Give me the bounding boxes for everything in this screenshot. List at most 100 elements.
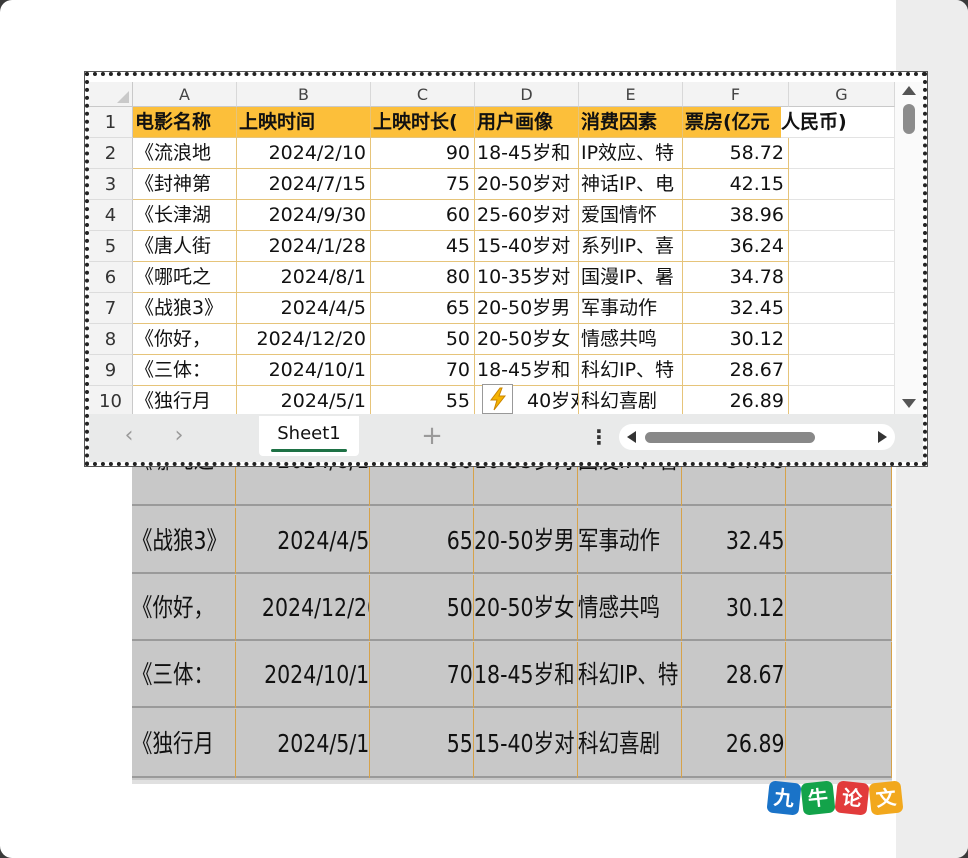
- row-header-1[interactable]: 1: [89, 107, 133, 138]
- cell-f7[interactable]: 32.45: [683, 293, 789, 324]
- add-sheet-icon[interactable]: +: [419, 423, 445, 450]
- cell-e6[interactable]: 国漫IP、暑: [579, 262, 683, 293]
- cell-a2[interactable]: 《流浪地: [133, 138, 237, 169]
- cell-b6[interactable]: 2024/8/1: [237, 262, 371, 293]
- cell-f4[interactable]: 38.96: [683, 200, 789, 231]
- cell-f8[interactable]: 30.12: [683, 324, 789, 355]
- header-cell-a[interactable]: 电影名称: [133, 107, 237, 138]
- scroll-left-icon[interactable]: [627, 431, 636, 443]
- cell-a10[interactable]: 《独行月: [133, 386, 237, 414]
- cell-g3[interactable]: [789, 169, 895, 200]
- cell-d6[interactable]: 10-35岁对: [475, 262, 579, 293]
- column-header-d[interactable]: D: [475, 82, 579, 107]
- header-cell-g[interactable]: 人民币): [781, 107, 895, 138]
- tab-sheet1[interactable]: Sheet1: [259, 416, 359, 456]
- horizontal-scrollbar[interactable]: [619, 424, 895, 450]
- cell-b3[interactable]: 2024/7/15: [237, 169, 371, 200]
- cell-g7[interactable]: [789, 293, 895, 324]
- row-header-3[interactable]: 3: [89, 169, 133, 200]
- cell-g5[interactable]: [789, 231, 895, 262]
- cell-c2[interactable]: 90: [371, 138, 475, 169]
- row-header-7[interactable]: 7: [89, 293, 133, 324]
- cell-a5[interactable]: 《唐人街: [133, 231, 237, 262]
- cell-c5[interactable]: 45: [371, 231, 475, 262]
- header-cell-e[interactable]: 消费因素: [579, 107, 683, 138]
- cell-b9[interactable]: 2024/10/1: [237, 355, 371, 386]
- row-header-5[interactable]: 5: [89, 231, 133, 262]
- cell-c10[interactable]: 55: [371, 386, 475, 414]
- cell-b4[interactable]: 2024/9/30: [237, 200, 371, 231]
- cell-f2[interactable]: 58.72: [683, 138, 789, 169]
- cell-e3[interactable]: 神话IP、电: [579, 169, 683, 200]
- cell-d4[interactable]: 25-60岁对: [475, 200, 579, 231]
- cell-e9[interactable]: 科幻IP、特: [579, 355, 683, 386]
- more-options-icon[interactable]: ⋮: [589, 426, 609, 448]
- cell-d8[interactable]: 20-50岁女: [475, 324, 579, 355]
- cell-b2[interactable]: 2024/2/10: [237, 138, 371, 169]
- row-header-4[interactable]: 4: [89, 200, 133, 231]
- scroll-right-icon[interactable]: [878, 431, 887, 443]
- cell-g9[interactable]: [789, 355, 895, 386]
- row-header-10[interactable]: 10: [89, 386, 133, 414]
- cell-e4[interactable]: 爱国情怀: [579, 200, 683, 231]
- cell-b5[interactable]: 2024/1/28: [237, 231, 371, 262]
- cell-f9[interactable]: 28.67: [683, 355, 789, 386]
- cell-b8[interactable]: 2024/12/20: [237, 324, 371, 355]
- header-cell-f[interactable]: 票房(亿元: [683, 107, 789, 138]
- cell-a4[interactable]: 《长津湖: [133, 200, 237, 231]
- cell-a8[interactable]: 《你好，: [133, 324, 237, 355]
- column-header-f[interactable]: F: [683, 82, 789, 107]
- cell-f10[interactable]: 26.89: [683, 386, 789, 414]
- row-header-2[interactable]: 2: [89, 138, 133, 169]
- header-cell-b[interactable]: 上映时间: [237, 107, 371, 138]
- cell-g2[interactable]: [789, 138, 895, 169]
- cell-c4[interactable]: 60: [371, 200, 475, 231]
- column-header-g[interactable]: G: [789, 82, 895, 107]
- row-header-8[interactable]: 8: [89, 324, 133, 355]
- cell-a9[interactable]: 《三体：: [133, 355, 237, 386]
- cell-c3[interactable]: 75: [371, 169, 475, 200]
- cell-a3[interactable]: 《封神第: [133, 169, 237, 200]
- cell-b10[interactable]: 2024/5/1: [237, 386, 371, 414]
- cell-e10[interactable]: 科幻喜剧: [579, 386, 683, 414]
- column-header-c[interactable]: C: [371, 82, 475, 107]
- prev-sheet-icon[interactable]: ‹: [117, 424, 141, 448]
- cell-d2[interactable]: 18-45岁和: [475, 138, 579, 169]
- select-all-corner[interactable]: [89, 82, 133, 107]
- cell-d9[interactable]: 18-45岁和: [475, 355, 579, 386]
- vertical-scroll-thumb[interactable]: [903, 104, 915, 134]
- cell-f3[interactable]: 42.15: [683, 169, 789, 200]
- cell-g6[interactable]: [789, 262, 895, 293]
- scroll-up-icon[interactable]: [902, 86, 916, 95]
- quick-analysis-icon[interactable]: [482, 384, 513, 414]
- cell-c9[interactable]: 70: [371, 355, 475, 386]
- column-header-b[interactable]: B: [237, 82, 371, 107]
- cell-a7[interactable]: 《战狼3》: [133, 293, 237, 324]
- cell-d3[interactable]: 20-50岁对: [475, 169, 579, 200]
- scroll-down-icon[interactable]: [902, 399, 916, 408]
- row-header-9[interactable]: 9: [89, 355, 133, 386]
- column-header-e[interactable]: E: [579, 82, 683, 107]
- cell-c8[interactable]: 50: [371, 324, 475, 355]
- column-header-a[interactable]: A: [133, 82, 237, 107]
- cell-e8[interactable]: 情感共鸣: [579, 324, 683, 355]
- cell-e5[interactable]: 系列IP、喜: [579, 231, 683, 262]
- row-header-6[interactable]: 6: [89, 262, 133, 293]
- horizontal-scroll-thumb[interactable]: [645, 432, 815, 443]
- cell-d5[interactable]: 15-40岁对: [475, 231, 579, 262]
- cell-g8[interactable]: [789, 324, 895, 355]
- cell-g10[interactable]: [789, 386, 895, 414]
- cell-f6[interactable]: 34.78: [683, 262, 789, 293]
- cell-f5[interactable]: 36.24: [683, 231, 789, 262]
- header-cell-c[interactable]: 上映时长(: [371, 107, 475, 138]
- cell-c7[interactable]: 65: [371, 293, 475, 324]
- cell-c6[interactable]: 80: [371, 262, 475, 293]
- header-cell-d[interactable]: 用户画像: [475, 107, 579, 138]
- cell-e7[interactable]: 军事动作: [579, 293, 683, 324]
- vertical-scrollbar[interactable]: [895, 82, 923, 414]
- cell-d7[interactable]: 20-50岁男: [475, 293, 579, 324]
- cell-b7[interactable]: 2024/4/5: [237, 293, 371, 324]
- cell-a6[interactable]: 《哪吒之: [133, 262, 237, 293]
- cell-g4[interactable]: [789, 200, 895, 231]
- next-sheet-icon[interactable]: ›: [167, 424, 191, 448]
